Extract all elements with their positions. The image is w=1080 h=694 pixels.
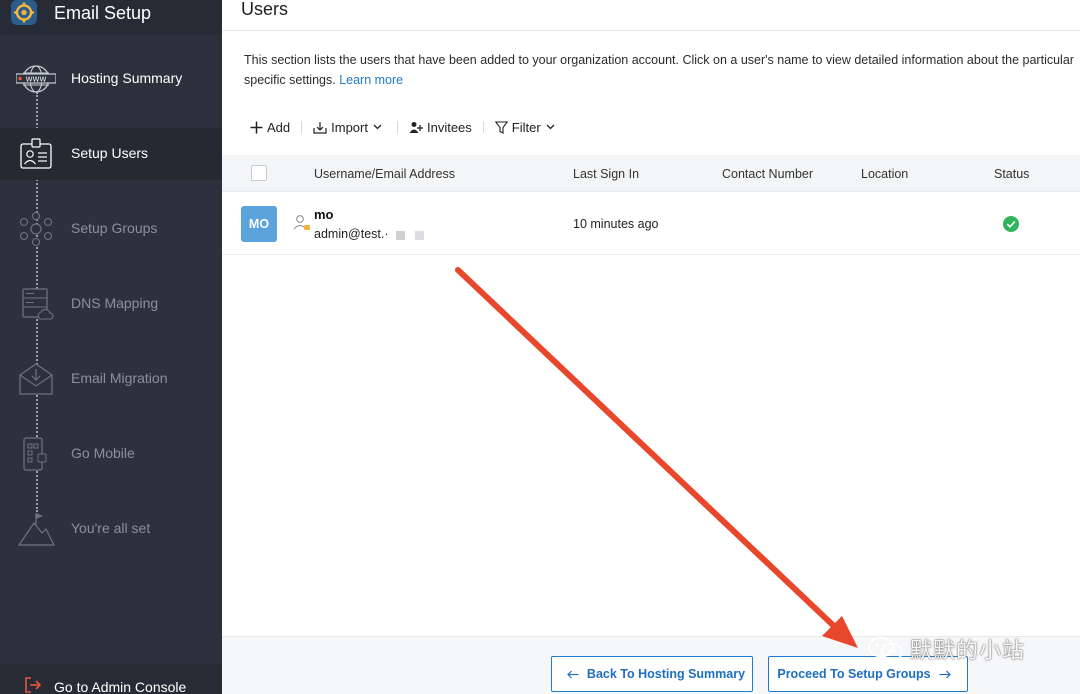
add-label: Add [267, 119, 291, 135]
back-to-hosting-summary-button[interactable]: Back To Hosting Summary [551, 656, 753, 692]
group-network-icon [19, 211, 53, 247]
app-title: Email Setup [54, 3, 152, 23]
invitees-icon [409, 121, 423, 133]
exit-icon [25, 677, 42, 693]
watermark-text: 默默的小站 [910, 639, 1026, 664]
import-icon [313, 121, 327, 134]
title-divider [222, 30, 1080, 31]
server-cloud-icon [22, 288, 54, 320]
sidebar-item-label: Email Migration [71, 370, 168, 386]
svg-text:WWW: WWW [26, 76, 47, 84]
toolbar-divider [396, 121, 398, 133]
column-header-location[interactable]: Location [861, 167, 908, 181]
description-line-1: This section lists the users that have b… [244, 53, 1074, 67]
table-row[interactable]: MO mo admin@test.· 10 minutes ago [222, 192, 1080, 255]
chevron-down-icon [546, 124, 555, 130]
import-dropdown[interactable]: Import [313, 120, 386, 135]
id-card-icon [20, 138, 52, 169]
last-sign-in: 10 minutes ago [573, 217, 659, 231]
table-header: Username/Email Address Last Sign In Cont… [222, 155, 1080, 192]
import-label: Import [331, 119, 368, 135]
admin-user-icon [293, 215, 310, 230]
column-header-status[interactable]: Status [994, 167, 1029, 181]
sidebar-item-go-mobile[interactable]: Go Mobile [0, 428, 222, 480]
sidebar-item-email-migration[interactable]: Email Migration [0, 353, 222, 405]
description-line-2-text: specific settings. [244, 73, 336, 87]
toolbar: Add Import Invitees Filter [250, 118, 559, 136]
sidebar-item-label: Go Mobile [71, 445, 135, 461]
invitees-label: Invitees [426, 119, 472, 135]
sidebar-item-label: Hosting Summary [71, 70, 183, 86]
status-active-icon [1003, 216, 1019, 232]
gear-logo-icon [11, 0, 37, 25]
page-title: Users [241, 0, 289, 19]
main-panel: Users This section lists the users that … [222, 0, 1080, 694]
add-button[interactable]: Add [250, 120, 290, 135]
avatar: MO [241, 206, 277, 242]
toolbar-divider [301, 121, 303, 133]
select-all-checkbox[interactable] [251, 165, 267, 181]
arrow-right-icon [939, 670, 951, 678]
watermark: 默默的小站 [866, 634, 1056, 664]
user-email: admin@test.· [314, 227, 389, 241]
redacted-block [396, 231, 405, 240]
filter-label: Filter [511, 119, 541, 135]
sidebar-item-setup-groups[interactable]: Setup Groups [0, 203, 222, 255]
sidebar-item-all-set[interactable]: You're all set [0, 503, 222, 555]
toolbar-divider [482, 121, 484, 133]
sidebar-item-dns-mapping[interactable]: DNS Mapping [0, 278, 222, 330]
redacted-block [415, 231, 424, 240]
learn-more-link[interactable]: Learn more [339, 73, 403, 87]
arrow-left-icon [567, 670, 579, 678]
globe-www-icon: WWW [16, 65, 56, 93]
sidebar-item-label: Setup Users [71, 145, 149, 161]
sidebar-item-label: You're all set [71, 520, 151, 536]
filter-dropdown[interactable]: Filter [494, 119, 559, 135]
sidebar-item-label: DNS Mapping [71, 295, 159, 311]
description-line-2: specific settings. Learn more [244, 70, 1080, 90]
sidebar-item-setup-users[interactable]: Setup Users [0, 128, 222, 180]
mountain-flag-icon [17, 513, 55, 546]
sidebar-item-hosting-summary[interactable]: WWW Hosting Summary [0, 53, 222, 105]
user-name-link[interactable]: mo [314, 207, 334, 222]
filter-icon [494, 120, 508, 134]
admin-console-label: Go to Admin Console [54, 679, 187, 694]
section-description: This section lists the users that have b… [244, 50, 1080, 90]
sidebar-header: Email Setup [0, 0, 222, 34]
wechat-icon [868, 636, 903, 661]
go-to-admin-console-link[interactable]: Go to Admin Console [0, 664, 222, 694]
sidebar: Email Setup WWW Hosting Summary Setup Us… [0, 0, 222, 694]
back-button-label: Back To Hosting Summary [586, 667, 746, 681]
proceed-button-label: Proceed To Setup Groups [777, 667, 931, 681]
plus-icon [250, 121, 263, 133]
chevron-down-icon [373, 124, 382, 130]
sidebar-item-label: Setup Groups [71, 220, 158, 236]
envelope-download-icon [19, 363, 53, 395]
column-header-contact-number[interactable]: Contact Number [722, 167, 813, 181]
column-header-last-sign-in[interactable]: Last Sign In [573, 167, 639, 181]
invitees-button[interactable]: Invitees [409, 120, 472, 135]
column-header-username[interactable]: Username/Email Address [314, 167, 455, 181]
mobile-apps-icon [23, 437, 47, 471]
